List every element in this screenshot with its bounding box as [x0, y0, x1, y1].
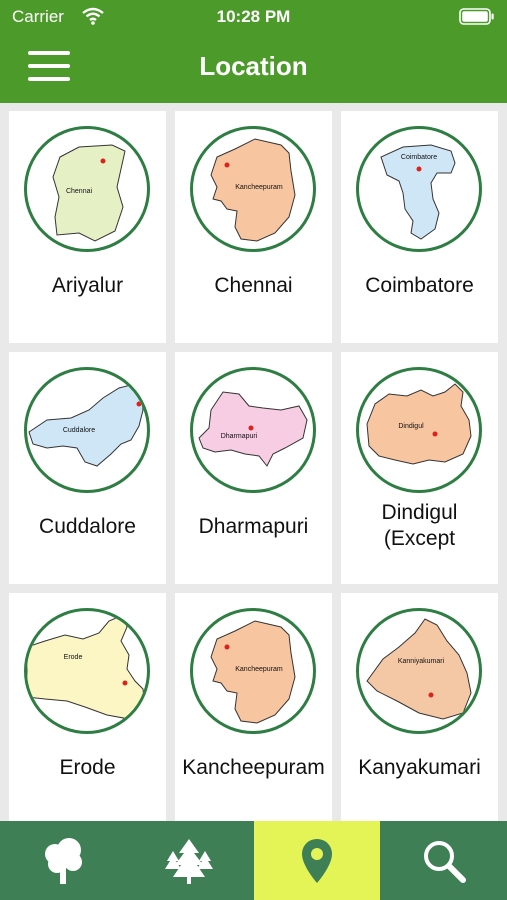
district-name: Ariyalur [51, 274, 124, 297]
district-name: Dindigul (Except [381, 501, 458, 550]
bottom-tab-bar [0, 821, 507, 900]
district-name: Coimbatore [365, 274, 474, 297]
location-pin-icon [302, 838, 332, 883]
battery-icon [459, 8, 495, 30]
district-map: Erode [24, 608, 150, 734]
district-shape [27, 614, 146, 720]
map-label: Kanniyakumari [398, 658, 445, 665]
tab-location[interactable] [254, 821, 380, 900]
map-label: Cuddalore [63, 427, 95, 434]
map-label: Kancheepuram [235, 184, 283, 191]
map-label: Coimbatore [401, 154, 437, 161]
district-map: Dharmapuri [190, 367, 316, 493]
district-card-dharmapuri[interactable]: Dharmapuri Dharmapuri [175, 352, 332, 584]
district-name: Chennai [214, 274, 293, 297]
district-card-erode[interactable]: Erode Erode [9, 593, 166, 821]
district-card-dindigul[interactable]: Dindigul Dindigul (Except [341, 352, 498, 584]
status-bar: Carrier 10:28 PM [0, 0, 507, 33]
district-card-coimbatore[interactable]: Coimbatore Coimbatore [341, 111, 498, 343]
district-card-kanyakumari[interactable]: Kanniyakumari Kanyakumari [341, 593, 498, 821]
district-map: Chennai [24, 126, 150, 252]
map-label: Dindigul [398, 423, 424, 430]
page-title: Location [199, 51, 308, 81]
district-map: Cuddalore [24, 367, 150, 493]
tab-forest[interactable] [126, 821, 252, 900]
district-name: Kancheepuram [182, 756, 325, 779]
tab-tree[interactable] [0, 821, 126, 900]
forest-icon [165, 838, 213, 884]
district-shape [28, 383, 144, 467]
district-card-cuddalore[interactable]: Cuddalore Cuddalore [9, 352, 166, 584]
district-map: Dindigul [356, 367, 482, 493]
district-map: Kancheepuram [190, 126, 316, 252]
clock: 10:28 PM [216, 7, 291, 26]
map-label: Chennai [66, 188, 93, 195]
district-name: Cuddalore [39, 515, 136, 538]
district-card-chennai[interactable]: Kancheepuram Chennai [175, 111, 332, 343]
district-name: Kanyakumari [358, 756, 481, 779]
district-card-ariyalur[interactable]: Chennai Ariyalur [9, 111, 166, 343]
district-card-kancheepuram[interactable]: Kancheepuram Kancheepuram [175, 593, 332, 821]
map-label: Kancheepuram [235, 666, 283, 673]
district-grid: Chennai Ariyalur Kancheepuram Chennai Co… [0, 103, 507, 821]
district-map: Coimbatore [356, 126, 482, 252]
district-map: Kancheepuram [190, 608, 316, 734]
tree-icon [45, 837, 82, 884]
district-map: Kanniyakumari [356, 608, 482, 734]
district-shape [366, 618, 472, 720]
map-label: Dharmapuri [221, 433, 258, 440]
district-name: Dharmapuri [198, 515, 309, 538]
search-icon [424, 840, 466, 883]
navigation-bar: Location [0, 33, 507, 103]
district-name: Erode [59, 756, 116, 779]
tab-search[interactable] [381, 821, 507, 900]
map-label: Erode [64, 654, 83, 661]
